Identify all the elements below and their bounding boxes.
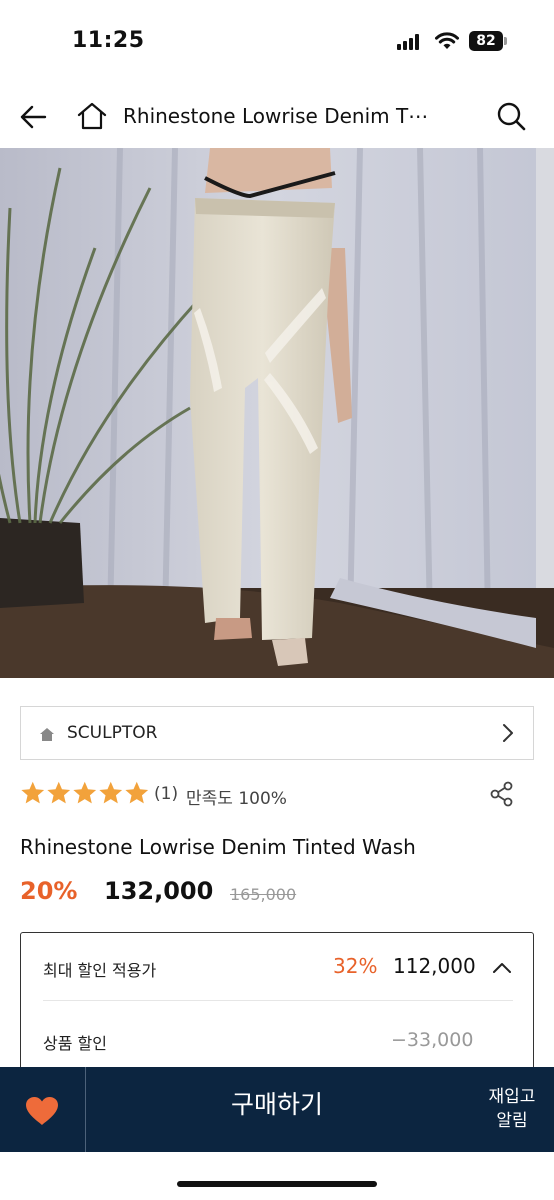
product-image[interactable]: [0, 148, 554, 678]
discount-rate: 20%: [20, 877, 78, 905]
wishlist-button[interactable]: [0, 1067, 86, 1152]
search-icon[interactable]: [496, 101, 526, 131]
buy-button[interactable]: 구매하기: [87, 1067, 467, 1152]
page-title: Rhinestone Lowrise Denim T⋯: [123, 104, 429, 128]
restock-label-line1: 재입고: [488, 1087, 536, 1107]
star-icon: [99, 781, 123, 804]
bottom-action-bar: 구매하기 재입고 알림: [0, 1067, 554, 1152]
cellular-signal-icon: [397, 34, 423, 50]
battery-level: 82: [476, 33, 496, 49]
sale-price: 132,000: [104, 877, 214, 905]
product-discount-label: 상품 할인: [43, 1034, 107, 1053]
review-count[interactable]: (1): [154, 784, 178, 804]
restock-label-line2: 알림: [496, 1111, 528, 1131]
home-indicator[interactable]: [177, 1181, 377, 1187]
divider: [43, 1000, 513, 1001]
star-icon: [47, 781, 71, 804]
back-arrow-icon[interactable]: [18, 102, 48, 132]
rating-row[interactable]: (1) 만족도 100%: [20, 780, 534, 810]
product-name: Rhinestone Lowrise Denim Tinted Wash: [20, 835, 416, 859]
star-icon: [73, 781, 97, 804]
wifi-icon: [435, 32, 459, 49]
brand-shop-link[interactable]: SCULPTOR: [20, 706, 534, 760]
share-icon[interactable]: [488, 780, 516, 808]
status-bar: 11:25 82: [0, 0, 554, 80]
restock-alert-button[interactable]: 재입고 알림: [470, 1085, 554, 1135]
chevron-up-icon[interactable]: [491, 957, 513, 979]
battery-icon: 82: [469, 31, 507, 51]
original-price: 165,000: [230, 885, 297, 904]
home-icon[interactable]: [76, 100, 108, 132]
safe-area: [0, 1152, 554, 1200]
max-discount-label: 최대 할인 적용가: [43, 961, 157, 980]
max-discount-rate: 32%: [333, 954, 378, 978]
price-row: 20% 132,000 165,000: [20, 877, 534, 911]
brand-name: SCULPTOR: [67, 723, 158, 743]
satisfaction-rate: 만족도 100%: [186, 789, 287, 809]
star-rating: [20, 780, 150, 808]
top-navigation-bar: Rhinestone Lowrise Denim T⋯: [0, 86, 554, 148]
brand-home-icon: [40, 728, 54, 741]
max-discount-price: 112,000: [393, 954, 476, 978]
product-discount-value: −33,000: [391, 1029, 474, 1051]
chevron-right-icon: [503, 724, 513, 742]
star-icon: [125, 781, 149, 804]
status-time: 11:25: [72, 28, 145, 53]
star-icon: [21, 781, 45, 804]
heart-icon: [26, 1097, 58, 1125]
